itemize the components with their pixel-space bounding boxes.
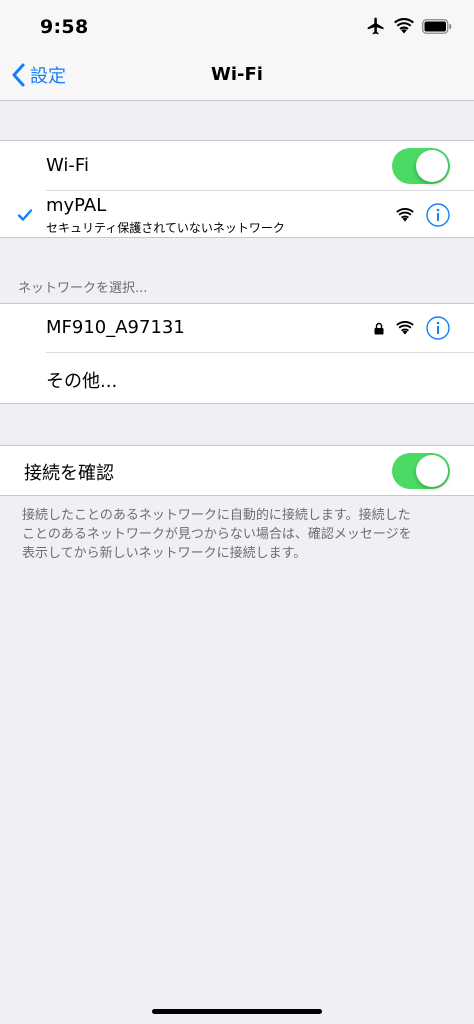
wifi-signal-icon bbox=[396, 208, 414, 222]
wifi-label: Wi-Fi bbox=[46, 155, 89, 176]
wifi-group: Wi-Fi myPAL セキュリティ保護されていないネットワーク bbox=[0, 140, 474, 238]
ask-to-join-label: 接続を確認 bbox=[24, 463, 114, 484]
wifi-toggle[interactable] bbox=[392, 148, 450, 184]
ask-to-join-description: 接続したことのあるネットワークに自動的に接続します。接続した ことのあるネットワ… bbox=[22, 506, 452, 563]
info-icon[interactable] bbox=[426, 316, 450, 340]
wifi-status-icon bbox=[394, 18, 414, 34]
footnote-line: ことのあるネットワークが見つからない場合は、確認メッセージを bbox=[22, 527, 412, 542]
connected-network-status: セキュリティ保護されていないネットワーク bbox=[46, 221, 285, 235]
status-time: 9:58 bbox=[40, 16, 89, 38]
ask-to-join-group: 接続を確認 bbox=[0, 445, 474, 496]
footnote-line: 接続したことのあるネットワークに自動的に接続します。接続した bbox=[22, 508, 411, 523]
wifi-toggle-row: Wi-Fi bbox=[0, 141, 474, 191]
checkmark-icon bbox=[17, 209, 33, 221]
connected-network-row[interactable]: myPAL セキュリティ保護されていないネットワーク bbox=[0, 191, 474, 237]
other-network-label: その他... bbox=[46, 371, 118, 392]
status-bar: 9:58 bbox=[0, 0, 474, 52]
airplane-icon bbox=[367, 17, 384, 35]
ask-to-join-row: 接続を確認 bbox=[0, 446, 474, 495]
toggle-knob bbox=[416, 150, 448, 182]
network-name: MF910_A97131 bbox=[46, 317, 185, 338]
other-network-row[interactable]: その他... bbox=[0, 353, 474, 403]
connected-network-name: myPAL bbox=[46, 195, 107, 216]
footnote-line: 表示してから新しいネットワークに接続します。 bbox=[22, 546, 307, 561]
network-row[interactable]: MF910_A97131 bbox=[0, 304, 474, 353]
wifi-signal-icon bbox=[396, 321, 414, 335]
networks-group: MF910_A97131 その他... bbox=[0, 303, 474, 404]
toggle-knob bbox=[416, 455, 448, 487]
navigation-bar: 設定 Wi-Fi bbox=[0, 52, 474, 101]
choose-network-header: ネットワークを選択... bbox=[18, 281, 148, 296]
page-title: Wi-Fi bbox=[211, 64, 263, 85]
status-icons bbox=[366, 16, 452, 36]
ask-to-join-toggle[interactable] bbox=[392, 453, 450, 489]
home-indicator[interactable] bbox=[152, 1009, 322, 1014]
lock-icon bbox=[374, 322, 384, 335]
battery-icon bbox=[422, 18, 452, 34]
info-icon[interactable] bbox=[426, 203, 450, 227]
